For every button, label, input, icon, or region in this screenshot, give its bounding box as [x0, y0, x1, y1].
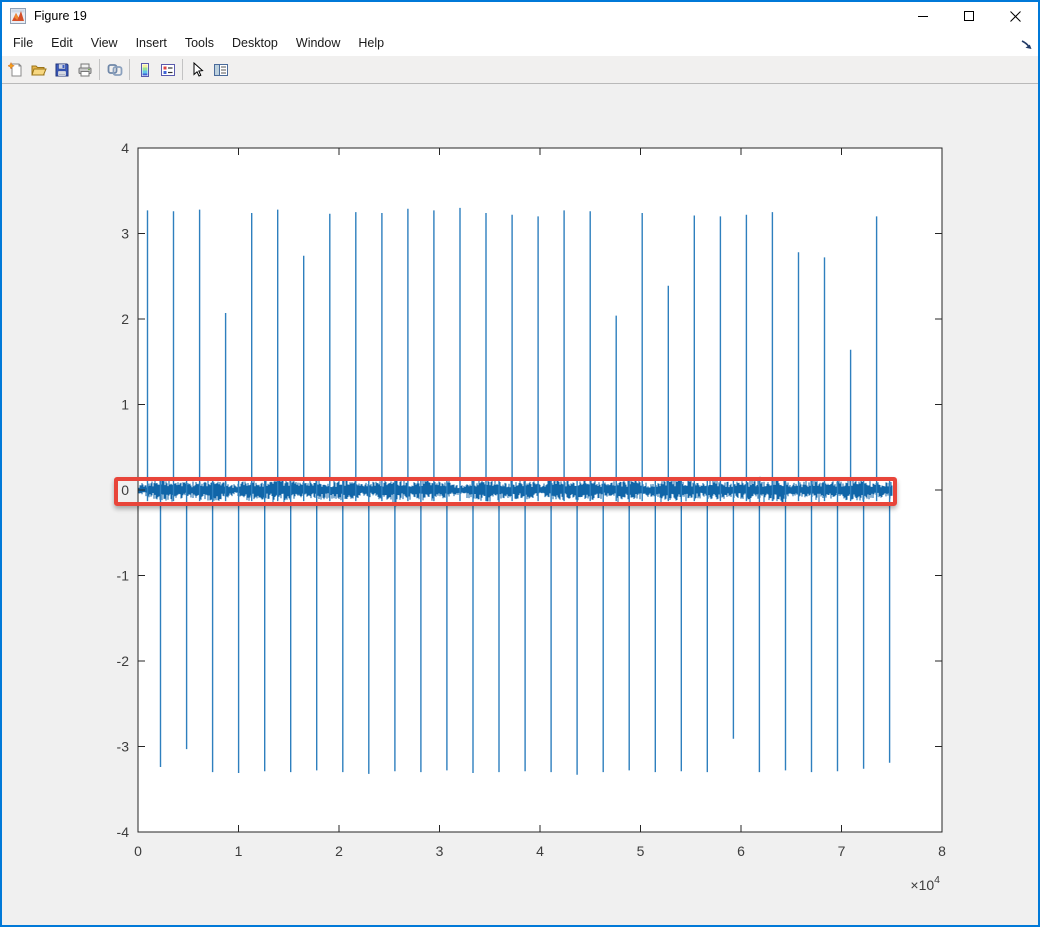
toolbar-separator: [99, 59, 100, 80]
plot-browser-button[interactable]: [209, 58, 232, 82]
toolbar-separator: [129, 59, 130, 80]
open-file-button[interactable]: [27, 58, 50, 82]
edit-plot-button[interactable]: [186, 58, 209, 82]
toolbar-separator: [182, 59, 183, 80]
print-icon: [77, 62, 93, 78]
y-tick-label: -1: [117, 568, 130, 584]
maximize-button[interactable]: [946, 2, 992, 30]
new-figure-icon: [8, 62, 24, 78]
save-icon: [54, 62, 70, 78]
x-tick-label: 4: [536, 843, 544, 859]
y-tick-label: -3: [117, 739, 130, 755]
x-tick-label: 1: [235, 843, 243, 859]
link-icon: [107, 62, 123, 78]
menu-item-window[interactable]: Window: [287, 32, 349, 54]
highlight-annotation-rectangle[interactable]: [114, 477, 897, 506]
x-tick-label: 7: [838, 843, 846, 859]
menu-item-file[interactable]: File: [4, 32, 42, 54]
cursor-arrow-icon: [190, 62, 206, 78]
y-tick-label: 4: [121, 140, 129, 156]
figure-toolbar: [2, 56, 1038, 84]
dock-figure-icon[interactable]: [1020, 37, 1033, 50]
menu-item-tools[interactable]: Tools: [176, 32, 223, 54]
new-figure-button[interactable]: [4, 58, 27, 82]
menu-item-insert[interactable]: Insert: [127, 32, 176, 54]
x-tick-label: 5: [637, 843, 645, 859]
x-tick-label: 2: [335, 843, 343, 859]
menu-item-help[interactable]: Help: [349, 32, 393, 54]
close-icon: [1009, 10, 1022, 23]
x-tick-label: 0: [134, 843, 142, 859]
maximize-icon: [963, 10, 975, 22]
y-tick-label: -4: [117, 824, 130, 840]
minimize-button[interactable]: [900, 2, 946, 30]
menu-item-desktop[interactable]: Desktop: [223, 32, 287, 54]
y-tick-label: 2: [121, 311, 129, 327]
menu-item-edit[interactable]: Edit: [42, 32, 82, 54]
plot-browser-icon: [213, 62, 229, 78]
y-tick-label: 1: [121, 397, 129, 413]
figure-canvas: 012345678-4-3-2-101234×104: [2, 84, 1038, 925]
open-folder-icon: [31, 62, 47, 78]
legend-icon: [160, 62, 176, 78]
link-plot-button[interactable]: [103, 58, 126, 82]
insert-legend-button[interactable]: [156, 58, 179, 82]
y-tick-label: 3: [121, 226, 129, 242]
minimize-icon: [917, 10, 929, 22]
colorbar-icon: [137, 62, 153, 78]
window-title: Figure 19: [34, 9, 87, 23]
y-tick-label: -2: [117, 653, 130, 669]
figure-window: Figure 19 FileEditViewInsertToolsDes: [0, 0, 1040, 927]
close-button[interactable]: [992, 2, 1038, 30]
x-tick-label: 3: [436, 843, 444, 859]
x-tick-label: 6: [737, 843, 745, 859]
print-figure-button[interactable]: [73, 58, 96, 82]
menu-item-view[interactable]: View: [82, 32, 127, 54]
matlab-logo-icon: [10, 8, 26, 24]
menu-bar: FileEditViewInsertToolsDesktopWindowHelp: [2, 30, 1038, 56]
save-figure-button[interactable]: [50, 58, 73, 82]
x-axis-exponent-label: ×104: [910, 874, 940, 893]
title-bar: Figure 19: [2, 2, 1038, 30]
x-tick-label: 8: [938, 843, 946, 859]
insert-colorbar-button[interactable]: [133, 58, 156, 82]
